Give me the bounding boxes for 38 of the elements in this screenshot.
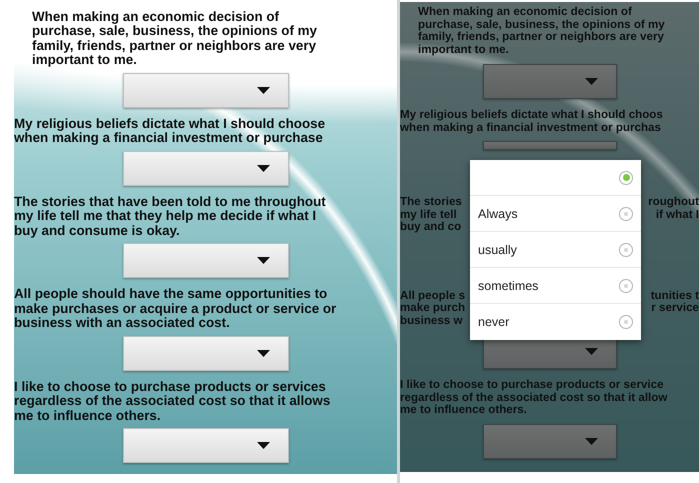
radio-button[interactable] xyxy=(619,278,633,292)
caret-icon xyxy=(584,78,598,86)
radio-button[interactable] xyxy=(619,170,633,184)
question-text: tunities t xyxy=(650,290,699,302)
caret-icon xyxy=(256,257,270,264)
question-text: All people s xyxy=(400,290,466,302)
question-text: my life tell xyxy=(400,208,457,222)
caret-icon xyxy=(256,164,270,172)
question-text: I like to choose to purchase products or services regardless of the associated cost so that it allows me to influence others. xyxy=(14,380,332,424)
caret-icon xyxy=(256,442,270,450)
question-text: When making an economic decision of purchase, sale, business, the opinions of my family, friends, partner or neighbors are very important to me. xyxy=(31,10,318,68)
option-label: Always xyxy=(478,206,518,220)
caret-icon xyxy=(256,350,270,357)
question-text: make purch xyxy=(400,302,466,315)
caret-icon xyxy=(256,86,270,94)
option-item[interactable]: usually xyxy=(470,232,641,268)
question-text: business w xyxy=(400,314,462,328)
option-label: never xyxy=(478,315,510,329)
question-text: All people should have the same opportunities to make purchases or acquire a product or service or business with an associated cost. xyxy=(14,287,338,331)
radio-button[interactable] xyxy=(619,242,633,256)
question-text: When making an economic decision of purchase, sale, business, the opinions of my family, friends, partner or neighbors are very important to me. xyxy=(417,6,666,56)
option-item[interactable]: never xyxy=(470,304,641,340)
question-text: The stories xyxy=(400,196,462,209)
option-label: sometimes xyxy=(478,278,538,292)
question-text: I like to choose to purchase products or service regardless of the associated cost so that it allow me to influence others. xyxy=(400,379,668,417)
radio-button[interactable] xyxy=(619,206,633,220)
option-item[interactable]: sometimes xyxy=(470,268,641,304)
caret-icon xyxy=(584,438,598,445)
dropdown[interactable] xyxy=(122,428,288,464)
option-label: usually xyxy=(478,242,517,256)
question-text: r service xyxy=(651,302,699,315)
option-item[interactable]: Always xyxy=(470,196,641,232)
question-text: The stories that have been told to me throughout my life tell me that they help me decide if what I buy and consume is okay. xyxy=(14,194,327,238)
radio-button[interactable] xyxy=(619,315,633,329)
question-text: if what I xyxy=(656,208,699,222)
question-text: buy and co xyxy=(400,221,462,234)
caret-icon xyxy=(584,348,598,356)
question-text: My religious beliefs dictate what I should choose when making a financial investment or purchase xyxy=(14,116,326,146)
